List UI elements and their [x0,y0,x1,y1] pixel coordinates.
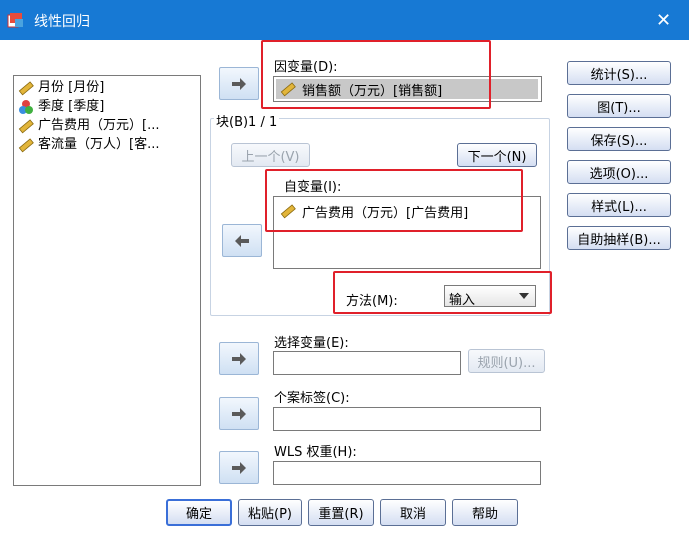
highlight-dependent [261,40,491,109]
bootstrap-button[interactable]: 自助抽样(B)... [567,226,671,250]
highlight-independent [265,169,523,232]
style-button[interactable]: 样式(L)... [567,193,671,217]
paste-button[interactable]: 粘贴(P) [238,499,302,526]
plots-button[interactable]: 图(T)... [567,94,671,118]
arrow-right-icon [232,77,246,90]
save-button[interactable]: 保存(S)... [567,127,671,151]
ruler-icon [18,119,34,134]
source-variable-list[interactable]: 月份 [月份] 季度 [季度] 广告费用（万元）[... 客流量（万人）[客..… [13,75,201,486]
arrow-right-icon [232,407,246,420]
ruler-icon [18,138,34,153]
move-to-independent-button[interactable] [222,224,262,257]
selection-label: 选择变量(E): [274,336,349,351]
list-item[interactable]: 月份 [月份] [18,79,104,97]
close-icon[interactable]: ✕ [656,10,671,31]
move-to-wls-button[interactable] [219,451,259,484]
case-label-field[interactable] [273,407,541,431]
highlight-method [333,271,552,314]
arrow-right-icon [232,461,246,474]
arrow-right-icon [232,352,246,365]
block-label: 块(B)1 / 1 [214,111,280,130]
statistics-button[interactable]: 统计(S)... [567,61,671,85]
options-button[interactable]: 选项(O)... [567,160,671,184]
reset-button[interactable]: 重置(R) [308,499,374,526]
next-block-button[interactable]: 下一个(N) [457,143,537,167]
ruler-icon [18,81,34,96]
move-to-dependent-button[interactable] [219,67,259,100]
window-title: 线性回归 [34,14,90,30]
list-item[interactable]: 季度 [季度] [18,98,104,116]
wls-field[interactable] [273,461,541,485]
cancel-button[interactable]: 取消 [380,499,446,526]
move-to-selection-button[interactable] [219,342,259,375]
wls-label: WLS 权重(H): [274,445,357,460]
list-item[interactable]: 广告费用（万元）[... [18,117,159,135]
case-label-label: 个案标签(C): [274,391,350,406]
nominal-icon [19,100,33,114]
list-item[interactable]: 客流量（万人）[客... [18,136,159,154]
arrow-left-icon [235,234,249,247]
spss-app-icon [7,13,23,28]
title-bar: 线性回归 ✕ [0,0,689,40]
rule-button[interactable]: 规则(U)... [468,349,545,373]
selection-field[interactable] [273,351,461,375]
move-to-case-label-button[interactable] [219,397,259,430]
previous-block-button[interactable]: 上一个(V) [231,143,310,167]
help-button[interactable]: 帮助 [452,499,518,526]
ok-button[interactable]: 确定 [166,499,232,526]
